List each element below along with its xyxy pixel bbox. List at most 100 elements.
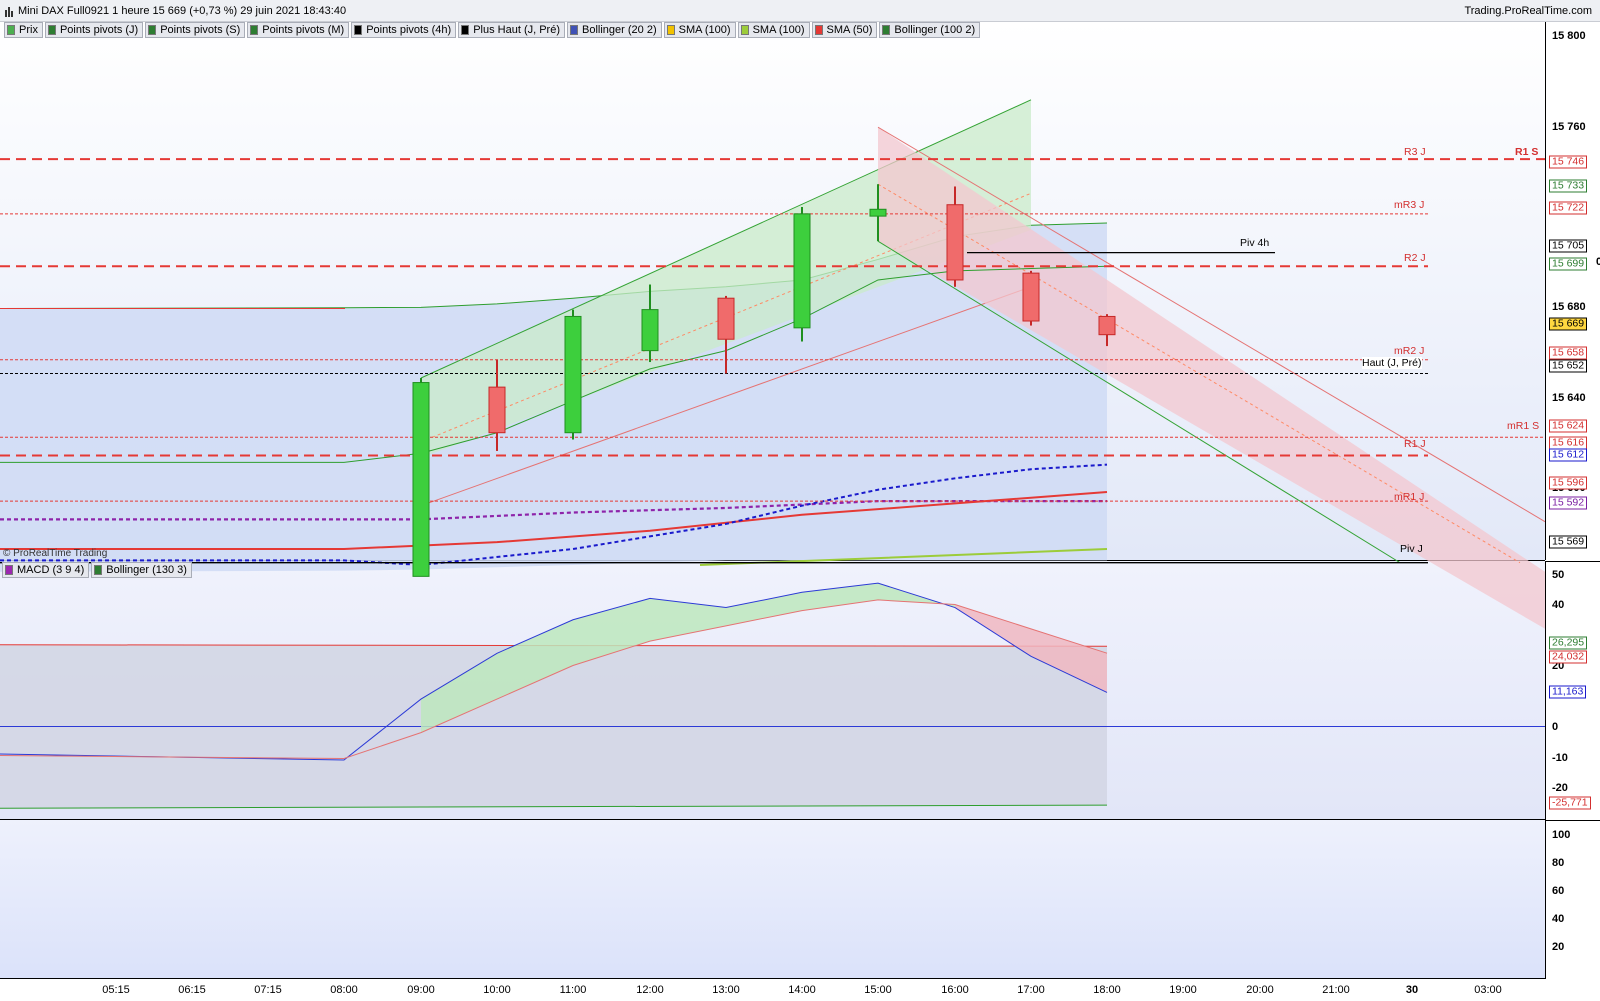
legend-label: Points pivots (S): [160, 24, 241, 36]
candle-body: [412, 382, 430, 577]
legend-label: Bollinger (20 2): [582, 24, 657, 36]
indicator-color-icon: [47, 25, 56, 35]
price-legend-item[interactable]: Points pivots (M): [247, 22, 350, 38]
bottom-tick: 20: [1552, 941, 1565, 953]
watermark: © ProRealTime Trading: [3, 548, 108, 559]
price-value-label: 15 699: [1549, 257, 1588, 271]
macd-value-label: 11,163: [1549, 685, 1587, 699]
price-tick: 0: [1596, 256, 1600, 268]
bottom-tick: 60: [1552, 885, 1565, 897]
price-value-label: 15 733: [1549, 179, 1588, 193]
macd-value-label: 24,032: [1549, 650, 1588, 664]
indicator-color-icon: [94, 565, 103, 575]
time-tick: 06:15: [178, 984, 206, 996]
bottom-tick: 40: [1552, 913, 1565, 925]
indicator-color-icon: [814, 25, 823, 35]
price-legend-item[interactable]: SMA (100): [737, 22, 810, 38]
legend-label: SMA (50): [826, 24, 873, 36]
price-value-label: 15 624: [1549, 419, 1588, 433]
pivot-label-r1: R1 J: [1404, 438, 1426, 450]
price-legend-item[interactable]: SMA (100): [663, 22, 736, 38]
time-tick: 16:00: [941, 984, 969, 996]
price-value-label: 15 658: [1549, 346, 1588, 360]
time-tick: 17:00: [1017, 984, 1045, 996]
macd-tick: 50: [1552, 569, 1565, 581]
indicator-color-icon: [250, 25, 259, 35]
time-tick: 03:00: [1474, 984, 1502, 996]
time-tick: 14:00: [788, 984, 816, 996]
legend-label: MACD (3 9 4): [17, 564, 85, 576]
bottom-panel-background: [0, 820, 1545, 978]
candle-body: [793, 213, 811, 329]
legend-label: Prix: [19, 24, 38, 36]
pivot-label-r3: R3 J: [1404, 146, 1426, 158]
indicator-color-icon: [461, 25, 470, 35]
time-tick: 18:00: [1093, 984, 1121, 996]
time-tick: 21:00: [1322, 984, 1350, 996]
legend-label: SMA (100): [752, 24, 805, 36]
price-legend-item[interactable]: Points pivots (S): [145, 22, 246, 38]
price-value-label: 15 705: [1549, 239, 1588, 253]
price-value-label: 15 612: [1549, 448, 1588, 462]
candle-body: [564, 315, 582, 434]
macd-tick: 40: [1552, 599, 1565, 611]
candle-body: [488, 386, 506, 434]
price-value-label: 15 596: [1549, 476, 1588, 490]
time-tick: 10:00: [483, 984, 511, 996]
price-legend-item[interactable]: Bollinger (100 2): [879, 22, 981, 38]
price-value-label: 15 652: [1549, 359, 1588, 373]
candle-body: [869, 208, 887, 217]
time-tick: 13:00: [712, 984, 740, 996]
candle-body: [1022, 272, 1040, 322]
pivot-label-pivj: Piv J: [1400, 543, 1423, 555]
price-tick: 15 640: [1552, 392, 1586, 404]
macd-tick: 0: [1552, 721, 1559, 733]
price-panel-legend: Prix Points pivots (J) Points pivots (S) Po…: [4, 22, 981, 38]
pivot-label-mr3: mR3 J: [1394, 199, 1425, 211]
price-value-label: 15 722: [1549, 201, 1588, 215]
time-tick: 19:00: [1169, 984, 1197, 996]
legend-label: Points pivots (4h): [366, 24, 452, 36]
price-value-label: 15 669: [1549, 317, 1588, 331]
bottom-tick: 80: [1552, 857, 1565, 869]
indicator-color-icon: [740, 25, 749, 35]
legend-label: Points pivots (J): [59, 24, 139, 36]
pivot-label-mr2: mR2 J: [1394, 345, 1425, 357]
macd-panel-legend: MACD (3 9 4) Bollinger (130 3): [2, 562, 192, 578]
price-legend-item[interactable]: Prix: [4, 22, 43, 38]
legend-label: Points pivots (M): [262, 24, 345, 36]
pivot-label-r2: R2 J: [1404, 252, 1426, 264]
price-tick: 15 680: [1552, 301, 1586, 313]
macd-tick: -20: [1552, 782, 1568, 794]
candle-body: [946, 204, 964, 281]
legend-label: Bollinger (100 2): [894, 24, 976, 36]
bottom-panel-axis[interactable]: 100 80 60 40 20: [1545, 820, 1600, 979]
price-value-label: 15 592: [1549, 496, 1588, 510]
macd-legend-item[interactable]: Bollinger (130 3): [91, 562, 192, 578]
candle-body: [1098, 315, 1116, 336]
price-legend-item[interactable]: SMA (50): [811, 22, 878, 38]
price-legend-item[interactable]: Plus Haut (J, Pré): [458, 22, 566, 38]
price-legend-item[interactable]: Points pivots (J): [44, 22, 144, 38]
time-tick: 15:00: [864, 984, 892, 996]
time-tick: 20:00: [1246, 984, 1274, 996]
candle-body: [641, 309, 659, 352]
time-tick: 09:00: [407, 984, 435, 996]
legend-label: Plus Haut (J, Pré): [473, 24, 561, 36]
legend-label: Bollinger (130 3): [106, 564, 187, 576]
macd-tick: -10: [1552, 752, 1568, 764]
time-tick: 12:00: [636, 984, 664, 996]
macd-legend-item[interactable]: MACD (3 9 4): [2, 562, 90, 578]
chart-canvas[interactable]: [0, 0, 1600, 1000]
price-value-label: 15 746: [1549, 155, 1588, 169]
macd-value-label: -25,771: [1549, 796, 1591, 810]
time-tick: 30: [1405, 984, 1419, 996]
time-axis[interactable]: 05:15 06:15 07:15 08:00 09:00 10:00 11:00 12:00…: [0, 978, 1545, 1001]
price-legend-item[interactable]: Points pivots (4h): [351, 22, 457, 38]
candle-body: [717, 297, 735, 340]
pivot-label-mr1s: mR1 S: [1507, 420, 1540, 432]
time-tick: 08:00: [330, 984, 358, 996]
price-legend-item[interactable]: Bollinger (20 2): [567, 22, 662, 38]
bottom-tick: 100: [1552, 829, 1571, 841]
time-tick: 11:00: [559, 984, 587, 996]
